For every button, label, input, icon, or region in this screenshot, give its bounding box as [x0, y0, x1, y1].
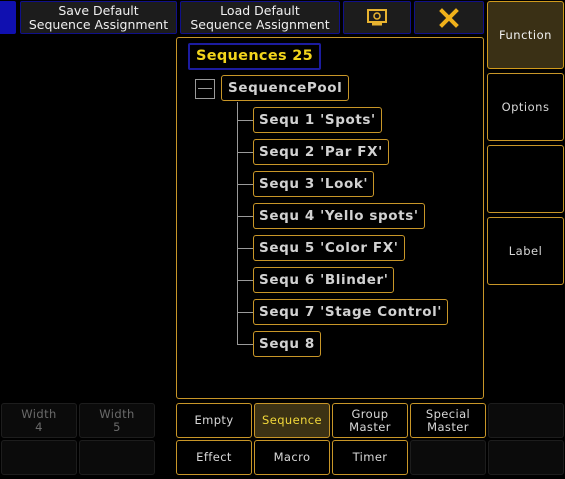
width-5-value: 5 — [113, 419, 121, 434]
tree-connector — [238, 312, 253, 313]
close-button[interactable] — [414, 1, 484, 34]
empty-label: Empty — [194, 413, 234, 427]
width-4-label: Width — [21, 406, 57, 421]
empty-button[interactable]: Empty — [176, 403, 252, 438]
width-5-button[interactable]: Width 5 — [79, 403, 155, 438]
timer-button[interactable]: Timer — [332, 440, 408, 475]
bottom-empty-button-5[interactable] — [488, 440, 564, 475]
sequence-node-8[interactable]: Sequ 8 — [253, 331, 321, 357]
timer-label: Timer — [352, 450, 388, 464]
bottom-empty-button-1[interactable] — [488, 403, 564, 438]
sequence-node-5[interactable]: Sequ 5 'Color FX' — [253, 235, 405, 261]
collapse-icon[interactable] — [195, 79, 215, 99]
options-label: Options — [501, 100, 550, 114]
snapshot-button[interactable] — [343, 1, 411, 34]
tree-connector — [238, 120, 253, 121]
special-master-label-1: Special — [425, 406, 471, 421]
sequence-node-2[interactable]: Sequ 2 'Par FX' — [253, 139, 389, 165]
sequence-node-3[interactable]: Sequ 3 'Look' — [253, 171, 375, 197]
load-default-sequence-assignment-button[interactable]: Load Default Sequence Assignment — [180, 1, 340, 34]
monitor-icon — [367, 8, 387, 25]
group-master-button[interactable]: Group Master — [332, 403, 408, 438]
width-4-value: 4 — [35, 419, 43, 434]
function-button[interactable]: Function — [487, 1, 564, 69]
tree-connector — [238, 152, 253, 153]
options-button[interactable]: Options — [487, 73, 564, 141]
group-master-label-2: Master — [349, 419, 391, 434]
load-label-line2: Sequence Assignment — [190, 16, 330, 32]
tree-connector — [238, 280, 253, 281]
sequence-node-1[interactable]: Sequ 1 'Spots' — [253, 107, 382, 133]
left-edge-tab[interactable] — [0, 1, 16, 34]
save-label-line2: Sequence Assignment — [28, 16, 169, 32]
sequence-node-7[interactable]: Sequ 7 'Stage Control' — [253, 299, 449, 325]
side-empty-button[interactable] — [487, 145, 564, 213]
effect-button[interactable]: Effect — [176, 440, 252, 475]
bottom-empty-button-3[interactable] — [79, 440, 155, 475]
special-master-button[interactable]: Special Master — [410, 403, 486, 438]
width-4-button[interactable]: Width 4 — [1, 403, 77, 438]
macro-button[interactable]: Macro — [254, 440, 330, 475]
special-master-label-2: Master — [427, 419, 469, 434]
save-label-line1: Save Default — [58, 2, 139, 18]
width-5-label: Width — [99, 406, 135, 421]
label-button[interactable]: Label — [487, 217, 564, 285]
bottom-empty-button-2[interactable] — [1, 440, 77, 475]
bottom-empty-button-4[interactable] — [410, 440, 486, 475]
tree-connector-vertical — [237, 102, 238, 345]
tree-connector — [238, 184, 253, 185]
sequence-pool-node[interactable]: SequencePool — [221, 75, 350, 101]
sequence-button[interactable]: Sequence — [254, 403, 330, 438]
tree-connector — [238, 248, 253, 249]
function-label: Function — [499, 28, 552, 42]
sequence-node-4[interactable]: Sequ 4 'Yello spots' — [253, 203, 425, 229]
label-label: Label — [508, 244, 543, 258]
close-icon — [439, 7, 459, 28]
macro-label: Macro — [273, 450, 311, 464]
effect-label: Effect — [196, 450, 232, 464]
load-label-line1: Load Default — [220, 2, 300, 18]
sequence-label: Sequence — [262, 413, 322, 427]
group-master-label-1: Group — [351, 406, 389, 421]
save-default-sequence-assignment-button[interactable]: Save Default Sequence Assignment — [20, 1, 177, 34]
sequence-node-6[interactable]: Sequ 6 'Blinder' — [253, 267, 395, 293]
tree-connector — [238, 216, 253, 217]
tree-connector — [238, 344, 253, 345]
tree-title[interactable]: Sequences 25 — [188, 43, 322, 70]
